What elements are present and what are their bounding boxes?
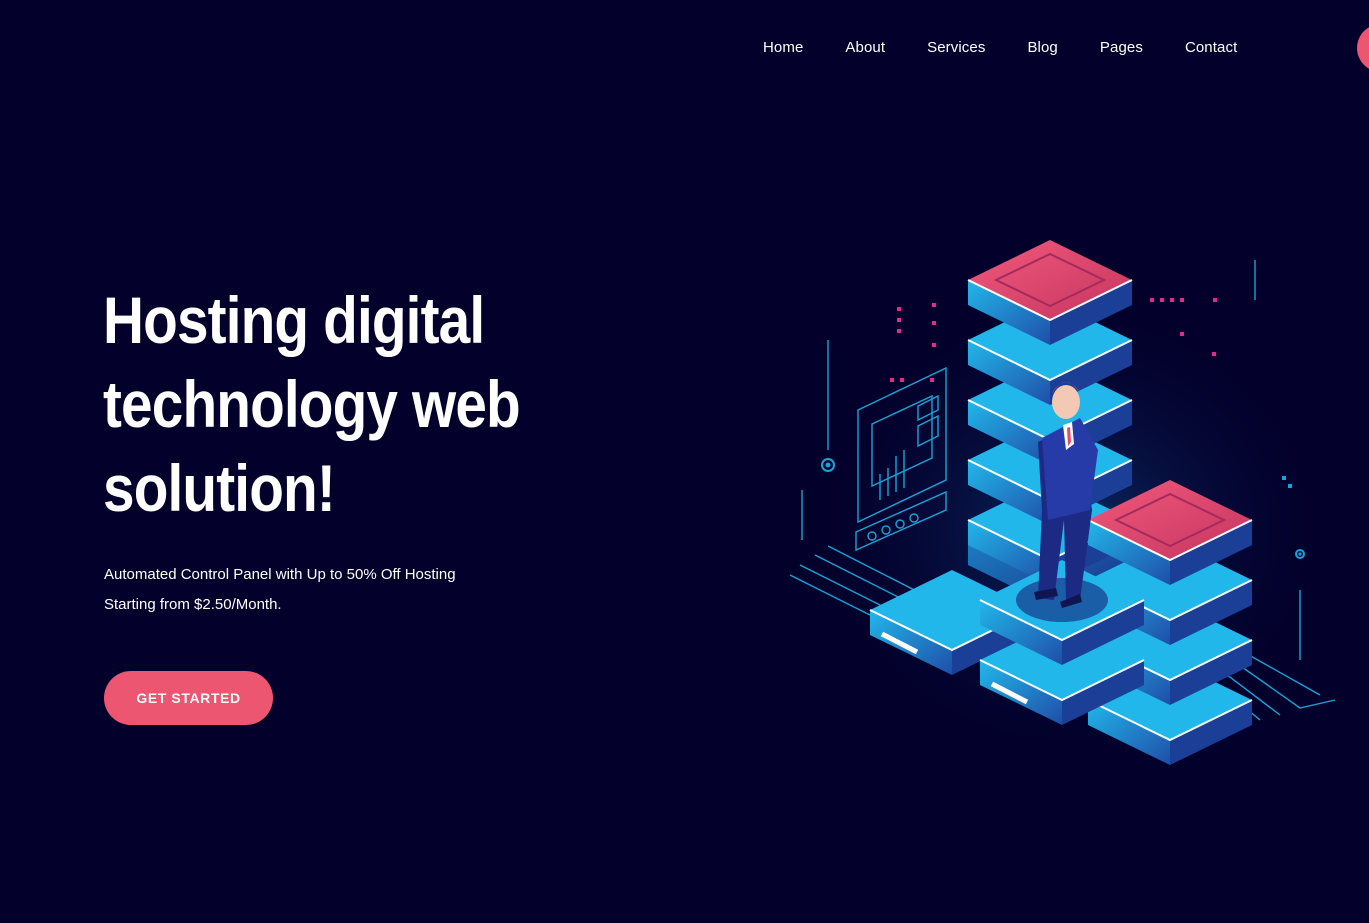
- nav-link-services[interactable]: Services: [927, 39, 985, 56]
- hero-subtitle-line-1: Automated Control Panel with Up to 50% O…: [104, 566, 456, 583]
- hero-subtitle-line-2: Starting from $2.50/Month.: [104, 596, 282, 613]
- nav-link-pages[interactable]: Pages: [1100, 39, 1143, 56]
- hero-title-line-2: technology web: [103, 367, 521, 441]
- page: Home About Services Blog Pages Contact H…: [0, 0, 1369, 923]
- nav-link-home[interactable]: Home: [763, 39, 803, 56]
- nav-item-about: About: [824, 38, 906, 58]
- nav-item-pages: Pages: [1079, 38, 1164, 58]
- hero-subtitle: Automated Control Panel with Up to 50% O…: [104, 560, 524, 620]
- nav-item-blog: Blog: [1006, 38, 1078, 58]
- nav-link-contact[interactable]: Contact: [1185, 39, 1237, 56]
- nav-item-home: Home: [742, 38, 824, 58]
- nav-menu: Home About Services Blog Pages Contact: [742, 38, 1258, 58]
- nav-item-services: Services: [906, 38, 1006, 58]
- hero-title-line-1: Hosting digital: [103, 283, 485, 357]
- nav-item-contact: Contact: [1164, 38, 1258, 58]
- nav-action-button[interactable]: [1357, 24, 1369, 72]
- hero-title: Hosting digital technology web solution!: [103, 278, 550, 530]
- nav-link-about[interactable]: About: [845, 39, 885, 56]
- nav-link-blog[interactable]: Blog: [1027, 39, 1057, 56]
- server-illustration: [789, 240, 1336, 765]
- top-navigation: Home About Services Blog Pages Contact: [0, 0, 1369, 96]
- hero-title-line-3: solution!: [103, 451, 336, 525]
- get-started-button[interactable]: GET STARTED: [104, 671, 273, 725]
